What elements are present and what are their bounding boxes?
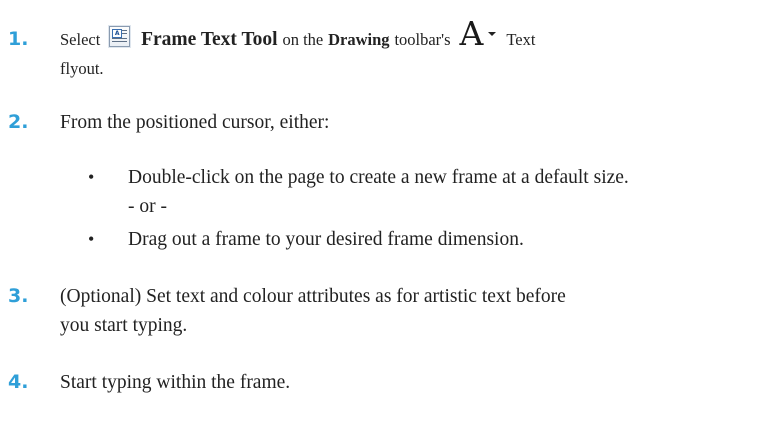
frame-letter-icon: A [112,29,123,38]
icon-line [112,41,128,42]
step-text: Start typing within the frame. [60,372,291,393]
step-number: 3. [8,285,29,307]
frame-text-tool-icon: A [109,26,131,47]
bullet-line: Double-click on the page to create a new… [128,167,629,188]
tool-name: Frame Text Tool [141,29,278,50]
step-text: From the positioned cursor, either: [60,112,330,133]
toolbar-name: Drawing [328,30,390,49]
icon-line [122,33,128,34]
step-number: 4. [8,371,29,393]
step-text-toolbars: toolbar's [394,30,451,49]
step-text-select: Select [60,30,101,49]
chevron-down-icon [488,32,497,36]
step-text-flyout-word: Text [506,30,536,49]
letter-a-icon: A [459,14,484,53]
bullet-symbol: • [88,167,95,187]
icon-line [122,30,128,31]
bullet-or-line: - or - [128,196,167,217]
step-text-on-the: on the [282,30,324,49]
step-text: Select A Frame Text Tool on the Drawing … [60,17,760,83]
text-flyout-icon: A [459,17,497,51]
help-page: 1. Select A Frame Text Tool on the Drawi… [0,0,783,439]
icon-line [112,38,128,39]
bullet-text: Drag out a frame to your desired frame d… [128,229,524,250]
step-text: (Optional) Set text and colour attribute… [60,282,760,340]
step-text-line: you start typing. [60,315,188,336]
step-text-flyout-end: flyout. [60,59,104,78]
step-text-line: (Optional) Set text and colour attribute… [60,286,566,307]
step-number: 1. [8,28,29,50]
bullet-symbol: • [88,229,95,249]
bullet-text: Double-click on the page to create a new… [128,163,768,221]
step-number: 2. [8,111,29,133]
